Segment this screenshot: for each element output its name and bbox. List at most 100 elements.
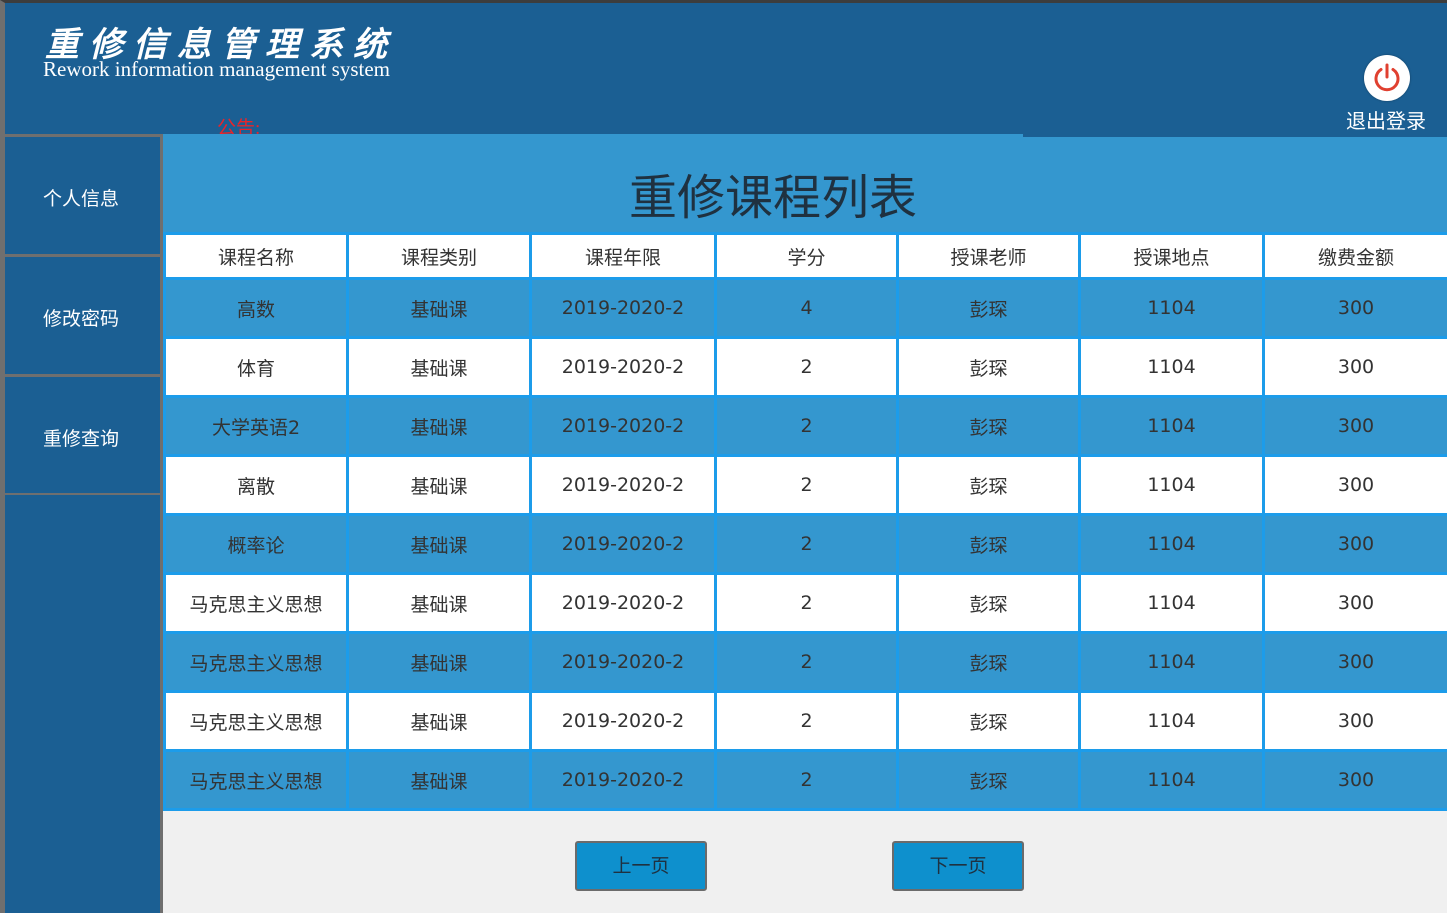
cell-course-term: 2019-2020-2 — [529, 749, 717, 811]
cell-course-type: 基础课 — [346, 395, 532, 457]
page-title: 重修课程列表 — [628, 170, 917, 226]
cell-course-name: 体育 — [163, 336, 349, 398]
cell-teacher: 彭琛 — [896, 454, 1081, 516]
cell-location: 1104 — [1078, 277, 1265, 339]
main-header: 重修课程列表 — [163, 134, 1447, 234]
cell-location: 1104 — [1078, 454, 1265, 516]
cell-course-type: 基础课 — [346, 336, 532, 398]
cell-course-type: 基础课 — [346, 277, 532, 339]
table-row: 离散 基础课 2019-2020-2 2 彭琛 1104 300 — [163, 454, 1447, 516]
table-row: 马克思主义思想 基础课 2019-2020-2 2 彭琛 1104 300 — [163, 572, 1447, 634]
cell-course-name: 马克思主义思想 — [163, 749, 349, 811]
cell-credits: 2 — [714, 690, 899, 752]
cell-location: 1104 — [1078, 513, 1265, 575]
cell-location: 1104 — [1078, 690, 1265, 752]
cell-course-type: 基础课 — [346, 631, 532, 693]
logout-label[interactable]: 退出登录 — [1339, 105, 1433, 134]
cell-course-term: 2019-2020-2 — [529, 631, 717, 693]
cell-location: 1104 — [1078, 395, 1265, 457]
cell-credits: 2 — [714, 395, 899, 457]
sidebar-item-label[interactable]: 重修查询 — [43, 424, 119, 451]
cell-course-name: 大学英语2 — [163, 395, 349, 457]
column-header-course-type: 课程类别 — [346, 232, 532, 280]
cell-fee: 300 — [1262, 454, 1447, 516]
logout-button[interactable]: 退出登录 — [1339, 55, 1429, 133]
cell-fee: 300 — [1262, 395, 1447, 457]
next-page-button[interactable]: 下一页 — [892, 841, 1024, 891]
cell-course-type: 基础课 — [346, 749, 532, 811]
cell-credits: 2 — [714, 631, 899, 693]
cell-fee: 300 — [1262, 749, 1447, 811]
cell-course-name: 马克思主义思想 — [163, 690, 349, 752]
cell-credits: 2 — [714, 513, 899, 575]
main-content: 重修课程列表 课程名称 课程类别 课程年限 学分 授课老师 授课地点 缴费金额 … — [163, 134, 1447, 913]
column-header-location: 授课地点 — [1078, 232, 1265, 280]
cell-course-term: 2019-2020-2 — [529, 395, 717, 457]
table-row: 大学英语2 基础课 2019-2020-2 2 彭琛 1104 300 — [163, 395, 1447, 457]
sidebar-item-label[interactable]: 修改密码 — [43, 304, 119, 331]
cell-course-name: 马克思主义思想 — [163, 572, 349, 634]
cell-teacher: 彭琛 — [896, 395, 1081, 457]
cell-fee: 300 — [1262, 631, 1447, 693]
cell-credits: 2 — [714, 336, 899, 398]
cell-course-type: 基础课 — [346, 454, 532, 516]
cell-credits: 2 — [714, 749, 899, 811]
cell-fee: 300 — [1262, 513, 1447, 575]
cell-course-name: 马克思主义思想 — [163, 631, 349, 693]
column-header-teacher: 授课老师 — [896, 232, 1081, 280]
cell-course-term: 2019-2020-2 — [529, 690, 717, 752]
column-header-course-term: 课程年限 — [529, 232, 717, 280]
cell-teacher: 彭琛 — [896, 690, 1081, 752]
cell-course-name: 高数 — [163, 277, 349, 339]
cell-fee: 300 — [1262, 572, 1447, 634]
cell-fee: 300 — [1262, 690, 1447, 752]
course-table: 课程名称 课程类别 课程年限 学分 授课老师 授课地点 缴费金额 高数 基础课 … — [163, 232, 1447, 811]
sidebar-item-personal-info[interactable]: 个人信息 — [5, 134, 160, 251]
cell-teacher: 彭琛 — [896, 336, 1081, 398]
cell-credits: 2 — [714, 454, 899, 516]
cell-teacher: 彭琛 — [896, 572, 1081, 634]
cell-course-term: 2019-2020-2 — [529, 454, 717, 516]
table-row: 马克思主义思想 基础课 2019-2020-2 2 彭琛 1104 300 — [163, 749, 1447, 811]
cell-course-term: 2019-2020-2 — [529, 513, 717, 575]
top-header: 重修信息管理系统 Rework information management s… — [0, 0, 1447, 139]
header-divider — [1023, 134, 1447, 137]
power-icon[interactable] — [1364, 55, 1410, 101]
column-header-fee: 缴费金额 — [1262, 232, 1447, 280]
cell-course-name: 离散 — [163, 454, 349, 516]
table-row: 高数 基础课 2019-2020-2 4 彭琛 1104 300 — [163, 277, 1447, 339]
cell-teacher: 彭琛 — [896, 513, 1081, 575]
cell-fee: 300 — [1262, 336, 1447, 398]
cell-course-type: 基础课 — [346, 690, 532, 752]
app-title-en: Rework information management system — [43, 57, 391, 81]
cell-location: 1104 — [1078, 631, 1265, 693]
sidebar-divider — [5, 493, 160, 495]
cell-credits: 4 — [714, 277, 899, 339]
table-row: 马克思主义思想 基础课 2019-2020-2 2 彭琛 1104 300 — [163, 690, 1447, 752]
table-row: 马克思主义思想 基础课 2019-2020-2 2 彭琛 1104 300 — [163, 631, 1447, 693]
cell-course-term: 2019-2020-2 — [529, 336, 717, 398]
sidebar-item-change-password[interactable]: 修改密码 — [5, 254, 160, 371]
table-row: 体育 基础课 2019-2020-2 2 彭琛 1104 300 — [163, 336, 1447, 398]
cell-teacher: 彭琛 — [896, 749, 1081, 811]
table-row: 概率论 基础课 2019-2020-2 2 彭琛 1104 300 — [163, 513, 1447, 575]
cell-teacher: 彭琛 — [896, 631, 1081, 693]
column-header-credits: 学分 — [714, 232, 899, 280]
sidebar-item-label[interactable]: 个人信息 — [43, 184, 119, 211]
cell-fee: 300 — [1262, 277, 1447, 339]
cell-course-type: 基础课 — [346, 513, 532, 575]
cell-location: 1104 — [1078, 336, 1265, 398]
cell-course-term: 2019-2020-2 — [529, 277, 717, 339]
cell-course-type: 基础课 — [346, 572, 532, 634]
cell-credits: 2 — [714, 572, 899, 634]
column-header-course-name: 课程名称 — [163, 232, 349, 280]
sidebar-item-rework-query[interactable]: 重修查询 — [5, 374, 160, 491]
cell-course-term: 2019-2020-2 — [529, 572, 717, 634]
cell-course-name: 概率论 — [163, 513, 349, 575]
prev-page-button[interactable]: 上一页 — [575, 841, 707, 891]
cell-location: 1104 — [1078, 749, 1265, 811]
cell-teacher: 彭琛 — [896, 277, 1081, 339]
cell-location: 1104 — [1078, 572, 1265, 634]
sidebar: 个人信息 修改密码 重修查询 — [0, 134, 163, 913]
table-header-row: 课程名称 课程类别 课程年限 学分 授课老师 授课地点 缴费金额 — [163, 232, 1447, 280]
